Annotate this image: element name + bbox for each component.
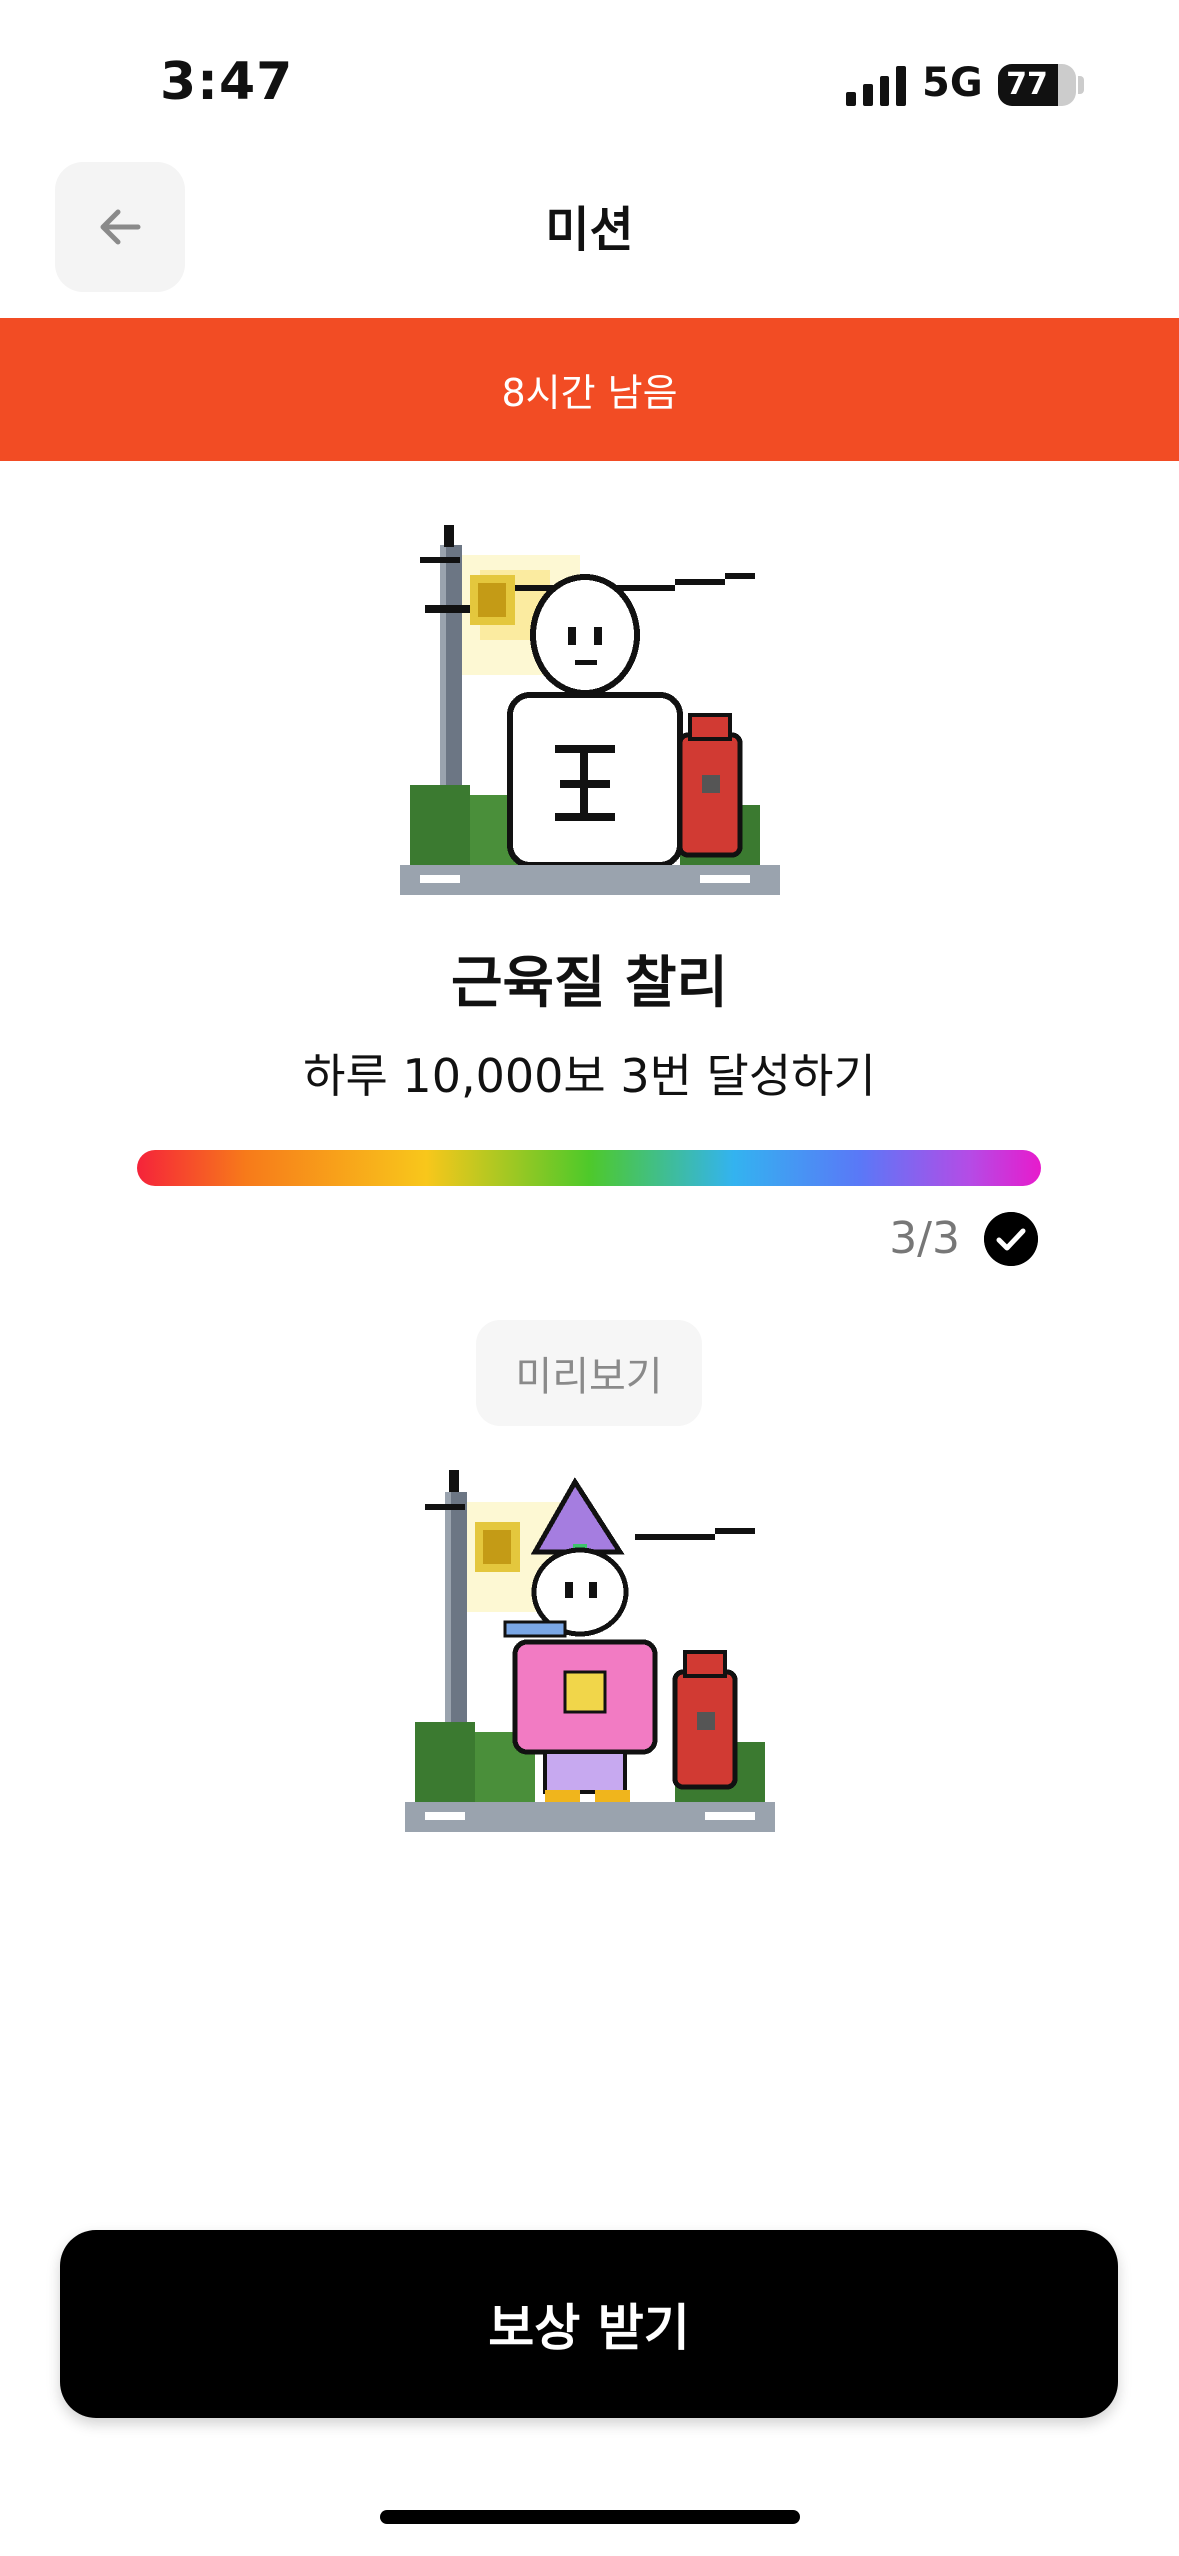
battery-level: 77 xyxy=(1006,67,1048,102)
preview-text: 미리보기 xyxy=(515,1354,663,1400)
reward-preview-illustration xyxy=(405,1470,775,1832)
progress-fill xyxy=(137,1150,1041,1186)
page-title: 미션 xyxy=(545,202,634,258)
signal-icon xyxy=(846,62,906,106)
claim-reward-button[interactable]: 보상 받기 xyxy=(60,2230,1118,2418)
progress-bar xyxy=(137,1150,1041,1186)
preview-label: 미리보기 xyxy=(476,1320,702,1426)
network-label: 5G xyxy=(922,60,983,106)
mission-description: 하루 10,000보 3번 달성하기 xyxy=(303,1049,876,1103)
time-remaining-text: 8시간 남음 xyxy=(501,371,678,415)
character-illustration xyxy=(400,525,780,895)
home-indicator xyxy=(380,2510,800,2524)
battery-icon: 77 xyxy=(998,64,1076,106)
progress-count: 3/3 xyxy=(889,1213,960,1264)
claim-reward-label: 보상 받기 xyxy=(488,2299,690,2357)
time-remaining-banner: 8시간 남음 xyxy=(0,318,1179,461)
battery-nub xyxy=(1078,76,1084,94)
mission-title: 근육질 찰리 xyxy=(450,951,729,1016)
check-circle-icon xyxy=(984,1212,1038,1266)
status-time: 3:47 xyxy=(160,52,294,112)
